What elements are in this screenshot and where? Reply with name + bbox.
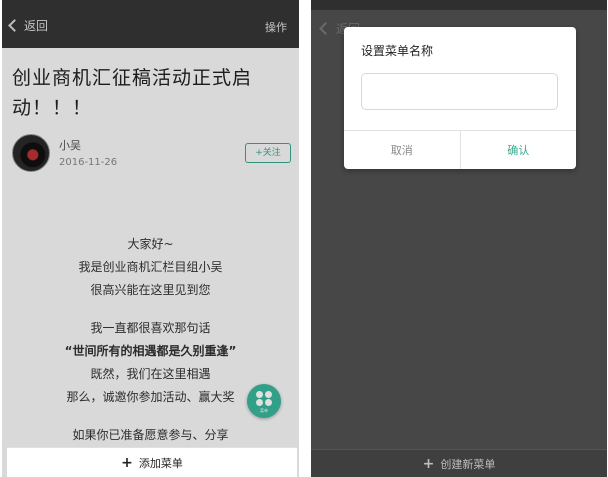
article-title: 创业商机汇征稿活动正式启动！！！ <box>12 67 253 119</box>
cancel-button[interactable]: 取消 <box>344 131 461 169</box>
add-menu-label: 添加菜单 <box>138 456 183 470</box>
author-avatar[interactable] <box>12 134 50 172</box>
menu-grid-icon <box>256 391 263 398</box>
add-menu-button[interactable]: + 添加菜单 <box>7 447 297 477</box>
body-line: 大家好~ <box>127 237 174 251</box>
menu-name-input[interactable] <box>361 73 558 110</box>
chevron-left-icon <box>8 18 21 32</box>
menu-fab-button[interactable]: 菜单 <box>247 384 281 418</box>
back-label: 返回 <box>24 18 49 33</box>
follow-button[interactable]: +关注 <box>245 143 291 163</box>
fab-label: 菜单 <box>260 408 268 413</box>
left-screen: 返回 操作 创业商机汇征稿活动正式启动！！！ 小吴 2016-11-26 +关注… <box>2 0 299 477</box>
back-button[interactable]: 返回 <box>8 16 49 34</box>
create-menu-label: 创建新菜单 <box>440 457 496 471</box>
body-quote: “世间所有的相遇都是久别重逢” <box>64 344 237 358</box>
body-line: 我一直都很喜欢那句话 <box>90 321 211 335</box>
chevron-left-icon <box>319 22 332 35</box>
plus-icon: + <box>422 455 435 472</box>
publish-date: 2016-11-26 <box>59 157 118 168</box>
create-menu-button: + 创建新菜单 <box>311 449 607 477</box>
body-line: 很高兴能在这里见到您 <box>90 283 211 297</box>
nav-bar: 返回 操作 <box>2 0 299 48</box>
body-line: 如果你已准备愿意参与、分享 <box>72 428 229 442</box>
screenshot-root: 返回 操作 创业商机汇征稿活动正式启动！！！ 小吴 2016-11-26 +关注… <box>0 0 608 477</box>
menu-name-dialog: 设置菜单名称 取消 确认 <box>344 27 576 169</box>
confirm-button[interactable]: 确认 <box>461 131 577 169</box>
plus-icon: + <box>121 454 133 471</box>
author-name[interactable]: 小吴 <box>59 137 81 153</box>
status-bar <box>311 0 607 10</box>
dialog-title: 设置菜单名称 <box>361 44 434 58</box>
actions-button[interactable]: 操作 <box>265 19 287 35</box>
dialog-actions: 取消 确认 <box>344 130 576 169</box>
body-line: 我是创业商机汇栏目组小吴 <box>78 260 223 274</box>
body-line: 既然，我们在这里相遇 <box>90 367 211 381</box>
